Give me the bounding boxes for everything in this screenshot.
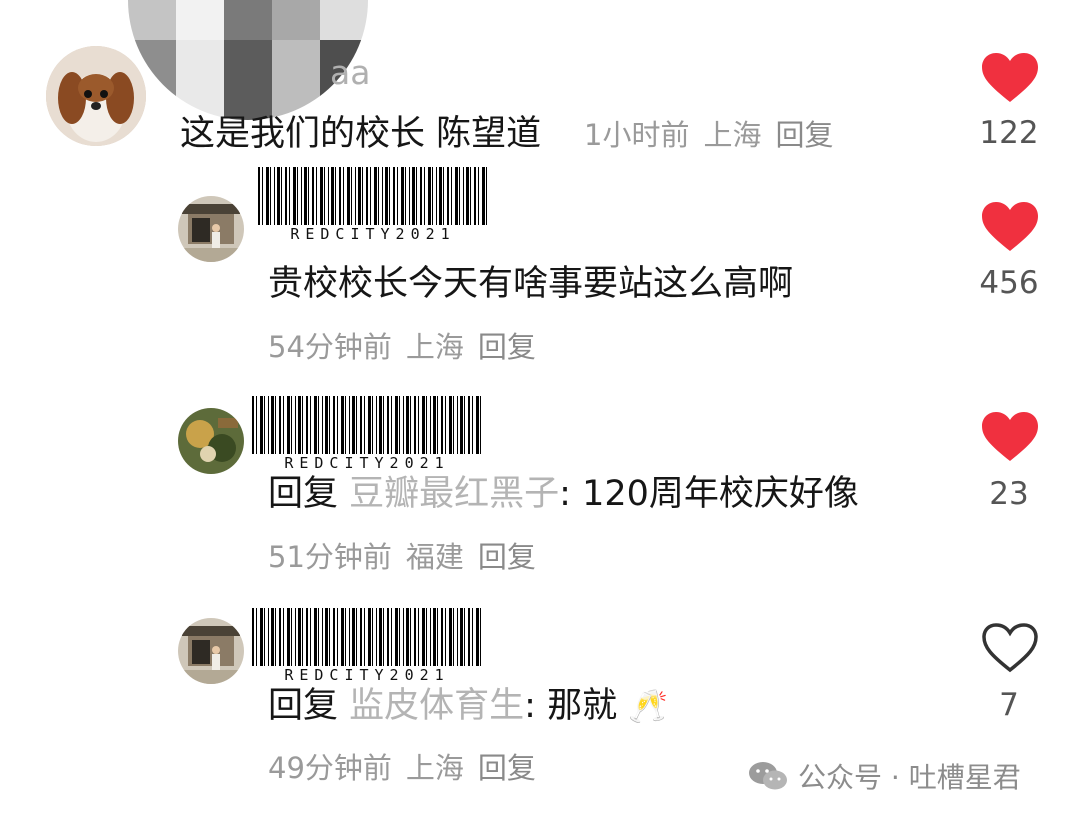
comment-body: 这是我们的校长 陈望道 — [180, 114, 542, 154]
reply-location: 上海 — [405, 330, 464, 364]
like-count: 23 — [989, 476, 1029, 512]
barcode-watermark: REDCITY2021 — [258, 167, 488, 245]
reply-text: 贵校校长今天有啥事要站这么高啊 — [268, 264, 794, 304]
heart-filled-icon — [982, 53, 1038, 102]
comment-location: 上海 — [703, 118, 762, 152]
reply-time: 49分钟前 — [268, 751, 392, 785]
watermark-text: 公众号 · 吐槽星君 — [798, 761, 1021, 794]
reply-button[interactable]: 回复 — [478, 751, 536, 785]
heart-filled-icon — [982, 412, 1038, 461]
barcode-watermark: REDCITY2021 — [252, 608, 482, 686]
reply-button[interactable]: 回复 — [775, 118, 833, 152]
like-button[interactable] — [980, 411, 1040, 467]
comment-time: 1小时前 — [584, 118, 690, 152]
reply-button[interactable]: 回复 — [478, 540, 536, 574]
quoted-username[interactable]: 豆瓣最红黑子 — [349, 474, 559, 514]
barcode-bars — [252, 396, 482, 454]
reply-button[interactable]: 回复 — [478, 330, 536, 364]
reply-location: 上海 — [405, 751, 464, 785]
reply-meta: 54分钟前 上海 回复 — [268, 333, 550, 362]
reply-meta: 51分钟前 福建 回复 — [268, 543, 550, 572]
comment-meta: 1小时前 上海 回复 — [584, 121, 847, 150]
like-button[interactable] — [980, 52, 1040, 108]
comment-text: 这是我们的校长 陈望道 — [180, 117, 541, 152]
barcode-text: REDCITY2021 — [290, 225, 456, 243]
reply-time: 54分钟前 — [268, 330, 392, 364]
user-avatar[interactable] — [178, 196, 244, 262]
heart-filled-icon — [982, 202, 1038, 251]
barcode-bars — [258, 167, 488, 225]
username-fragment[interactable]: aa — [330, 56, 370, 89]
barcode-bars — [252, 608, 482, 666]
reply-text: 回复 监皮体育生: 那就 🥂 — [268, 689, 668, 724]
user-avatar[interactable] — [46, 46, 146, 146]
like-count: 456 — [979, 265, 1039, 301]
reply-text: 回复 豆瓣最红黑子: 120周年校庆好像 — [268, 477, 859, 512]
person-avatar-image — [178, 618, 244, 684]
reply-location: 福建 — [405, 540, 464, 574]
wechat-watermark: 公众号 · 吐槽星君 — [748, 756, 1021, 796]
like-count: 122 — [979, 115, 1039, 151]
dog-avatar-image — [46, 46, 146, 146]
wechat-icon — [749, 762, 787, 790]
barcode-text: REDCITY2021 — [284, 454, 450, 472]
champagne-emoji: 🥂 — [628, 687, 669, 725]
reply-time: 51分钟前 — [268, 540, 392, 574]
reply-body: : 120周年校庆好像 — [559, 474, 859, 514]
quoted-username[interactable]: 监皮体育生 — [349, 686, 524, 726]
reply-prefix: 回复 — [268, 686, 339, 726]
barcode-watermark: REDCITY2021 — [252, 396, 482, 474]
reply-meta: 49分钟前 上海 回复 — [268, 754, 550, 783]
like-button[interactable] — [980, 201, 1040, 257]
user-avatar[interactable] — [178, 408, 244, 474]
food-avatar-image — [178, 408, 244, 474]
like-button[interactable] — [980, 622, 1040, 678]
user-avatar[interactable] — [178, 618, 244, 684]
like-count: 7 — [999, 687, 1019, 723]
barcode-text: REDCITY2021 — [284, 666, 450, 684]
reply-prefix: 回复 — [268, 474, 339, 514]
heart-outline-icon — [982, 623, 1038, 673]
reply-body: : 那就 — [524, 686, 618, 726]
person-avatar-image — [178, 196, 244, 262]
